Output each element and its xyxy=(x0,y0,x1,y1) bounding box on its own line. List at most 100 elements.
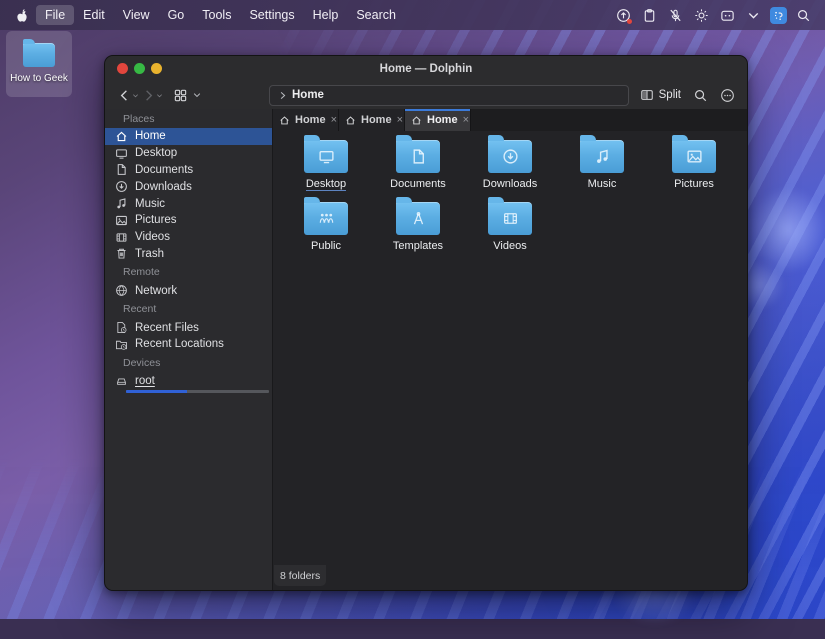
update-icon[interactable] xyxy=(614,6,633,25)
folder-desktop[interactable]: Desktop xyxy=(281,135,371,197)
apple-menu-icon[interactable] xyxy=(14,7,30,23)
recent-locations-icon xyxy=(115,338,128,351)
folder-documents[interactable]: Documents xyxy=(373,135,463,197)
public-emblem-icon xyxy=(318,210,335,227)
tab-home[interactable]: Home× xyxy=(273,109,339,131)
sidebar-item-recent-locations[interactable]: Recent Locations xyxy=(105,336,272,353)
home-icon xyxy=(411,115,422,126)
clipboard-icon[interactable] xyxy=(640,6,659,25)
menu-edit[interactable]: Edit xyxy=(74,5,114,25)
tab-bar: Home×Home×Home× xyxy=(273,109,747,131)
folder-downloads[interactable]: Downloads xyxy=(465,135,555,197)
sidebar-item-documents[interactable]: Documents xyxy=(105,162,272,179)
disk-usage-bar xyxy=(126,390,269,393)
tab-home-active[interactable]: Home × xyxy=(405,109,471,131)
forward-history-caret-icon[interactable] xyxy=(156,92,163,99)
folder-music[interactable]: Music xyxy=(557,135,647,197)
traffic-lights xyxy=(117,56,162,81)
menu-file[interactable]: File xyxy=(36,5,74,25)
folder-templates[interactable]: Templates xyxy=(373,197,463,259)
menu-search[interactable]: Search xyxy=(347,5,405,25)
assistant-icon[interactable] xyxy=(770,7,787,24)
home-icon xyxy=(279,115,290,126)
sidebar-item-label: Network xyxy=(135,285,177,297)
sidebar-item-downloads[interactable]: Downloads xyxy=(105,178,272,195)
sidebar-item-root[interactable]: root xyxy=(105,373,272,390)
close-window-button[interactable] xyxy=(117,63,128,74)
sidebar-section-places: Places xyxy=(105,109,272,128)
search-button[interactable] xyxy=(693,88,708,103)
sidebar-item-trash[interactable]: Trash xyxy=(105,246,272,263)
menu-help[interactable]: Help xyxy=(304,5,348,25)
sidebar-item-music[interactable]: Music xyxy=(105,195,272,212)
dolphin-window: Home — Dolphin Home Split Places Home Desk… xyxy=(104,55,748,591)
back-button[interactable] xyxy=(117,88,132,103)
tab-close-icon[interactable]: × xyxy=(397,115,403,126)
maximize-window-button[interactable] xyxy=(134,63,145,74)
music-emblem-icon xyxy=(594,148,611,165)
sidebar-item-recent-files[interactable]: Recent Files xyxy=(105,319,272,336)
overflow-menu-button[interactable] xyxy=(720,88,735,103)
folder-label: Documents xyxy=(390,178,446,190)
back-history-caret-icon[interactable] xyxy=(132,92,139,99)
display-icon[interactable] xyxy=(718,6,737,25)
folder-icon xyxy=(488,140,532,173)
desktop-icon xyxy=(115,147,128,160)
toolbar-right-actions: Split xyxy=(640,88,735,103)
tab-label: Home xyxy=(361,114,392,126)
sidebar-item-home[interactable]: Home xyxy=(105,128,272,145)
menu-view[interactable]: View xyxy=(114,5,159,25)
location-breadcrumb-bar[interactable]: Home xyxy=(269,85,629,106)
places-sidebar: Places Home DesktopDocumentsDownloads Music… xyxy=(105,109,273,591)
split-view-button[interactable]: Split xyxy=(640,88,681,102)
menu-go[interactable]: Go xyxy=(159,5,194,25)
videos-icon xyxy=(115,231,128,244)
split-button-label: Split xyxy=(659,89,681,101)
breadcrumb-arrow-icon[interactable] xyxy=(277,90,288,101)
folder-videos[interactable]: Videos xyxy=(465,197,555,259)
sidebar-item-label: Pictures xyxy=(135,214,177,226)
downloads-emblem-icon xyxy=(502,148,519,165)
folder-label: Public xyxy=(311,240,341,252)
tab-close-icon[interactable]: × xyxy=(463,115,469,126)
sidebar-item-desktop[interactable]: Desktop xyxy=(105,145,272,162)
sidebar-item-label: Music xyxy=(135,198,165,210)
tab-label: Home xyxy=(427,114,458,126)
sidebar-item-pictures[interactable]: Pictures xyxy=(105,212,272,229)
documents-emblem-icon xyxy=(410,148,427,165)
toolbar: Home Split xyxy=(105,81,747,109)
chevron-down-icon[interactable] xyxy=(744,6,763,25)
sidebar-item-label: Home xyxy=(135,130,166,142)
desktop-emblem-icon xyxy=(318,148,335,165)
music-icon xyxy=(115,197,128,210)
network-icon xyxy=(115,284,128,297)
tab-home[interactable]: Home × xyxy=(339,109,405,131)
pictures-icon xyxy=(115,214,128,227)
sidebar-item-network[interactable]: Network xyxy=(105,282,272,299)
sidebar-item-videos[interactable]: Videos xyxy=(105,229,272,246)
status-bar: 8 folders xyxy=(274,565,326,586)
breadcrumb-location[interactable]: Home xyxy=(292,89,324,101)
minimize-window-button[interactable] xyxy=(151,63,162,74)
tab-close-icon[interactable]: × xyxy=(331,115,337,126)
forward-button[interactable] xyxy=(141,88,156,103)
search-icon[interactable] xyxy=(794,6,813,25)
folder-public[interactable]: Public xyxy=(281,197,371,259)
menu-tools[interactable]: Tools xyxy=(193,5,240,25)
macos-menu-bar: FileEditViewGoToolsSettingsHelpSearch xyxy=(0,0,825,30)
menu-settings[interactable]: Settings xyxy=(240,5,303,25)
mic-muted-icon[interactable] xyxy=(666,6,685,25)
view-mode-grid-button[interactable] xyxy=(173,88,188,103)
desktop-icon-how-to-geek[interactable]: How to Geek xyxy=(6,31,72,97)
trash-icon xyxy=(115,247,128,260)
folder-icon xyxy=(396,140,440,173)
pictures-emblem-icon xyxy=(686,148,703,165)
window-main-area: PlacesHomeDesktopDocumentsDownloadsMusic… xyxy=(105,109,747,591)
brightness-icon[interactable] xyxy=(692,6,711,25)
folder-view[interactable]: Desktop Documents DownloadsMusicPictures Pu… xyxy=(273,131,747,591)
sidebar-item-label: Trash xyxy=(135,248,164,260)
sidebar-section-devices: Devices xyxy=(105,353,272,373)
folder-pictures[interactable]: Pictures xyxy=(649,135,739,197)
window-title-bar[interactable]: Home — Dolphin xyxy=(105,56,747,81)
view-mode-chevron-down-icon[interactable] xyxy=(192,90,202,100)
